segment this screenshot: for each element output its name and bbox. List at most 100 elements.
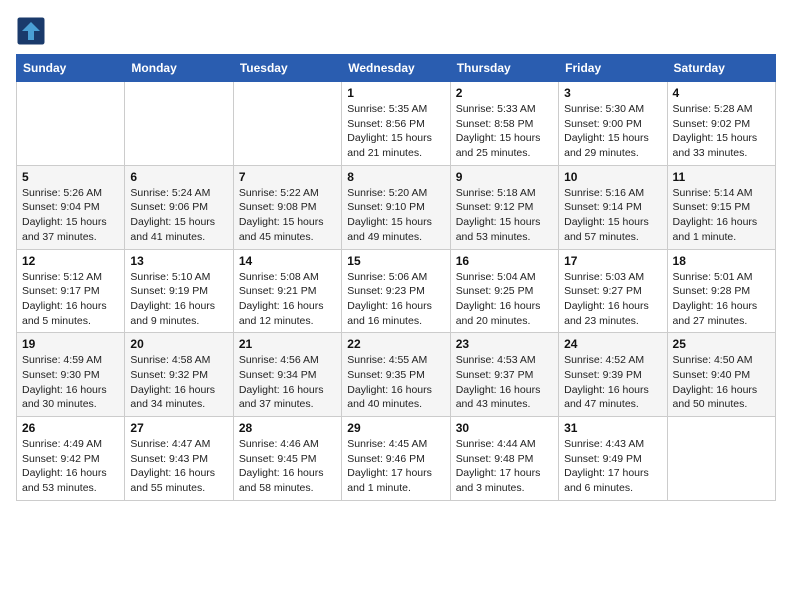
- day-number: 20: [130, 337, 227, 351]
- calendar-day-cell: 20 Sunrise: 4:58 AM Sunset: 9:32 PM Dayli…: [125, 333, 233, 417]
- day-number: 21: [239, 337, 336, 351]
- day-number: 11: [673, 170, 770, 184]
- day-number: 12: [22, 254, 119, 268]
- day-number: 10: [564, 170, 661, 184]
- calendar-week-row: 19Sunrise: 4:59 AM Sunset: 9:30 PM Dayli…: [17, 333, 776, 417]
- calendar-day-cell: 22 Sunrise: 4:55 AM Sunset: 9:35 PM Dayli…: [342, 333, 450, 417]
- day-number: 9: [456, 170, 553, 184]
- calendar-week-row: 5 Sunrise: 5:26 AM Sunset: 9:04 PM Daylig…: [17, 165, 776, 249]
- calendar-day-cell: [667, 417, 775, 501]
- day-number: 15: [347, 254, 444, 268]
- day-number: 18: [673, 254, 770, 268]
- day-number: 26: [22, 421, 119, 435]
- day-number: 25: [673, 337, 770, 351]
- day-info: Sunrise: 4:55 AM Sunset: 9:35 PM Dayligh…: [347, 353, 444, 412]
- calendar-day-cell: 25 Sunrise: 4:50 AM Sunset: 9:40 PM Dayli…: [667, 333, 775, 417]
- page-header: [16, 16, 776, 46]
- day-info: Sunrise: 5:16 AM Sunset: 9:14 PM Dayligh…: [564, 186, 661, 245]
- calendar-day-cell: 2 Sunrise: 5:33 AM Sunset: 8:58 PM Daylig…: [450, 82, 558, 166]
- calendar-day-cell: 29 Sunrise: 4:45 AM Sunset: 9:46 PM Dayli…: [342, 417, 450, 501]
- calendar-day-cell: 8 Sunrise: 5:20 AM Sunset: 9:10 PM Daylig…: [342, 165, 450, 249]
- day-info: Sunrise: 4:56 AM Sunset: 9:34 PM Dayligh…: [239, 353, 336, 412]
- day-info: Sunrise: 5:30 AM Sunset: 9:00 PM Dayligh…: [564, 102, 661, 161]
- calendar-table: SundayMondayTuesdayWednesdayThursdayFrid…: [16, 54, 776, 501]
- day-info: Sunrise: 5:08 AM Sunset: 9:21 PM Dayligh…: [239, 270, 336, 329]
- calendar-day-cell: 14 Sunrise: 5:08 AM Sunset: 9:21 PM Dayli…: [233, 249, 341, 333]
- day-info: Sunrise: 4:47 AM Sunset: 9:43 PM Dayligh…: [130, 437, 227, 496]
- calendar-week-row: 12 Sunrise: 5:12 AM Sunset: 9:17 PM Dayli…: [17, 249, 776, 333]
- calendar-day-cell: 10 Sunrise: 5:16 AM Sunset: 9:14 PM Dayli…: [559, 165, 667, 249]
- weekday-header: Sunday: [17, 55, 125, 82]
- day-number: 22: [347, 337, 444, 351]
- day-info: Sunrise: 5:22 AM Sunset: 9:08 PM Dayligh…: [239, 186, 336, 245]
- calendar-day-cell: 7 Sunrise: 5:22 AM Sunset: 9:08 PM Daylig…: [233, 165, 341, 249]
- day-info: Sunrise: 5:28 AM Sunset: 9:02 PM Dayligh…: [673, 102, 770, 161]
- day-info: Sunrise: 5:20 AM Sunset: 9:10 PM Dayligh…: [347, 186, 444, 245]
- day-info: Sunrise: 5:26 AM Sunset: 9:04 PM Dayligh…: [22, 186, 119, 245]
- day-info: Sunrise: 5:33 AM Sunset: 8:58 PM Dayligh…: [456, 102, 553, 161]
- day-number: 7: [239, 170, 336, 184]
- calendar-day-cell: 15 Sunrise: 5:06 AM Sunset: 9:23 PM Dayli…: [342, 249, 450, 333]
- calendar-day-cell: 13 Sunrise: 5:10 AM Sunset: 9:19 PM Dayli…: [125, 249, 233, 333]
- day-number: 17: [564, 254, 661, 268]
- calendar-header-row: SundayMondayTuesdayWednesdayThursdayFrid…: [17, 55, 776, 82]
- day-info: Sunrise: 4:49 AM Sunset: 9:42 PM Dayligh…: [22, 437, 119, 496]
- calendar-day-cell: 23 Sunrise: 4:53 AM Sunset: 9:37 PM Dayli…: [450, 333, 558, 417]
- calendar-day-cell: 4 Sunrise: 5:28 AM Sunset: 9:02 PM Daylig…: [667, 82, 775, 166]
- day-number: 5: [22, 170, 119, 184]
- day-info: Sunrise: 4:50 AM Sunset: 9:40 PM Dayligh…: [673, 353, 770, 412]
- calendar-day-cell: 19Sunrise: 4:59 AM Sunset: 9:30 PM Dayli…: [17, 333, 125, 417]
- calendar-day-cell: [125, 82, 233, 166]
- day-number: 14: [239, 254, 336, 268]
- day-number: 8: [347, 170, 444, 184]
- day-info: Sunrise: 5:03 AM Sunset: 9:27 PM Dayligh…: [564, 270, 661, 329]
- weekday-header: Friday: [559, 55, 667, 82]
- day-number: 24: [564, 337, 661, 351]
- day-info: Sunrise: 4:58 AM Sunset: 9:32 PM Dayligh…: [130, 353, 227, 412]
- day-info: Sunrise: 5:24 AM Sunset: 9:06 PM Dayligh…: [130, 186, 227, 245]
- calendar-day-cell: 9Sunrise: 5:18 AM Sunset: 9:12 PM Daylig…: [450, 165, 558, 249]
- weekday-header: Tuesday: [233, 55, 341, 82]
- calendar-day-cell: 1 Sunrise: 5:35 AM Sunset: 8:56 PM Daylig…: [342, 82, 450, 166]
- calendar-day-cell: 6 Sunrise: 5:24 AM Sunset: 9:06 PM Daylig…: [125, 165, 233, 249]
- day-number: 4: [673, 86, 770, 100]
- weekday-header: Saturday: [667, 55, 775, 82]
- calendar-week-row: 26 Sunrise: 4:49 AM Sunset: 9:42 PM Dayli…: [17, 417, 776, 501]
- day-info: Sunrise: 5:06 AM Sunset: 9:23 PM Dayligh…: [347, 270, 444, 329]
- day-info: Sunrise: 5:35 AM Sunset: 8:56 PM Dayligh…: [347, 102, 444, 161]
- day-info: Sunrise: 5:12 AM Sunset: 9:17 PM Dayligh…: [22, 270, 119, 329]
- day-number: 30: [456, 421, 553, 435]
- calendar-day-cell: 27Sunrise: 4:47 AM Sunset: 9:43 PM Dayli…: [125, 417, 233, 501]
- day-number: 28: [239, 421, 336, 435]
- calendar-day-cell: 21 Sunrise: 4:56 AM Sunset: 9:34 PM Dayli…: [233, 333, 341, 417]
- calendar-day-cell: [17, 82, 125, 166]
- calendar-day-cell: 5 Sunrise: 5:26 AM Sunset: 9:04 PM Daylig…: [17, 165, 125, 249]
- day-number: 3: [564, 86, 661, 100]
- day-number: 6: [130, 170, 227, 184]
- calendar-day-cell: 12 Sunrise: 5:12 AM Sunset: 9:17 PM Dayli…: [17, 249, 125, 333]
- calendar-day-cell: 17 Sunrise: 5:03 AM Sunset: 9:27 PM Dayli…: [559, 249, 667, 333]
- day-info: Sunrise: 4:45 AM Sunset: 9:46 PM Dayligh…: [347, 437, 444, 496]
- weekday-header: Wednesday: [342, 55, 450, 82]
- calendar-week-row: 1 Sunrise: 5:35 AM Sunset: 8:56 PM Daylig…: [17, 82, 776, 166]
- calendar-day-cell: 24Sunrise: 4:52 AM Sunset: 9:39 PM Dayli…: [559, 333, 667, 417]
- calendar-day-cell: 11Sunrise: 5:14 AM Sunset: 9:15 PM Dayli…: [667, 165, 775, 249]
- day-info: Sunrise: 4:53 AM Sunset: 9:37 PM Dayligh…: [456, 353, 553, 412]
- day-number: 13: [130, 254, 227, 268]
- calendar-day-cell: 3 Sunrise: 5:30 AM Sunset: 9:00 PM Daylig…: [559, 82, 667, 166]
- day-number: 31: [564, 421, 661, 435]
- calendar-day-cell: 30Sunrise: 4:44 AM Sunset: 9:48 PM Dayli…: [450, 417, 558, 501]
- day-number: 2: [456, 86, 553, 100]
- day-info: Sunrise: 5:10 AM Sunset: 9:19 PM Dayligh…: [130, 270, 227, 329]
- day-info: Sunrise: 5:01 AM Sunset: 9:28 PM Dayligh…: [673, 270, 770, 329]
- weekday-header: Monday: [125, 55, 233, 82]
- day-number: 23: [456, 337, 553, 351]
- day-number: 16: [456, 254, 553, 268]
- day-number: 1: [347, 86, 444, 100]
- day-info: Sunrise: 5:04 AM Sunset: 9:25 PM Dayligh…: [456, 270, 553, 329]
- calendar-day-cell: 28Sunrise: 4:46 AM Sunset: 9:45 PM Dayli…: [233, 417, 341, 501]
- day-number: 19: [22, 337, 119, 351]
- calendar-day-cell: 18 Sunrise: 5:01 AM Sunset: 9:28 PM Dayli…: [667, 249, 775, 333]
- day-info: Sunrise: 4:43 AM Sunset: 9:49 PM Dayligh…: [564, 437, 661, 496]
- day-number: 29: [347, 421, 444, 435]
